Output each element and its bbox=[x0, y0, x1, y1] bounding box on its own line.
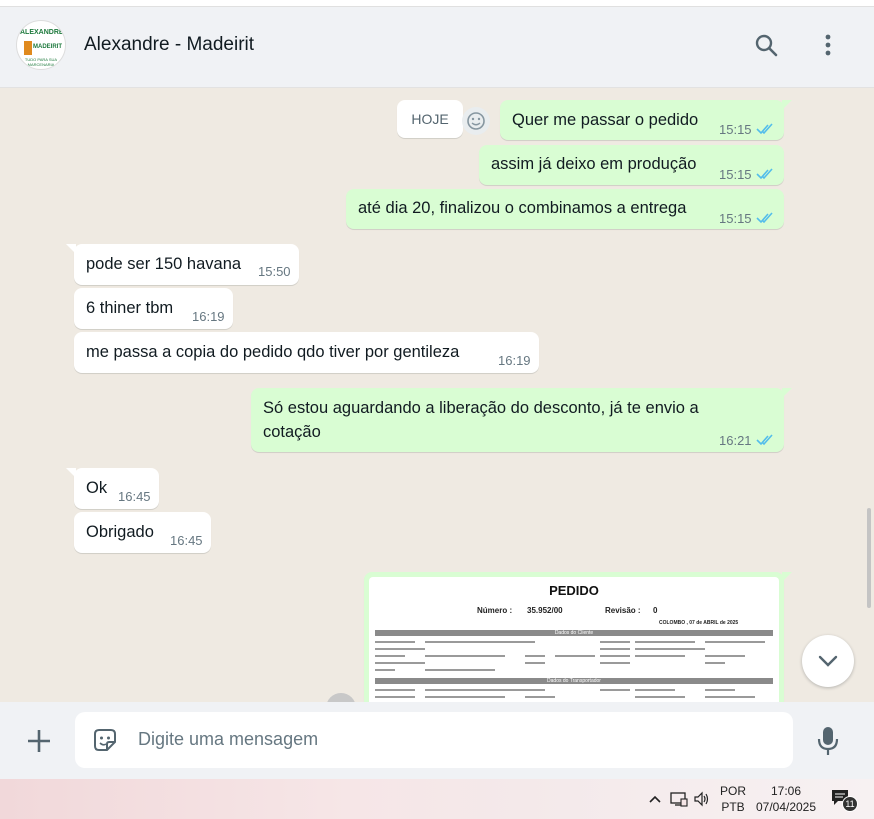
chat-header: ALEXANDRE MADEIRIT TUDO PARA SUA MARCENA… bbox=[0, 7, 874, 88]
tray-overflow-chevron-icon[interactable] bbox=[646, 788, 664, 810]
composer-bar bbox=[0, 702, 874, 780]
date-chip: HOJE bbox=[397, 100, 463, 138]
outgoing-message[interactable]: Só estou aguardando a liberação do desco… bbox=[251, 388, 792, 452]
volume-icon[interactable] bbox=[692, 788, 712, 810]
clock-time: 17:06 bbox=[770, 784, 802, 798]
message-input-container[interactable] bbox=[75, 712, 793, 768]
message-time: 15:15 bbox=[719, 122, 752, 137]
outgoing-message[interactable]: até dia 20, finalizou o combinamos a ent… bbox=[346, 189, 784, 229]
message-time: 15:15 bbox=[719, 211, 752, 226]
plus-icon[interactable] bbox=[22, 724, 56, 758]
incoming-message[interactable]: Ok 16:45 bbox=[66, 468, 159, 509]
read-receipt-icon bbox=[756, 212, 773, 224]
document-band-carrier: Dados do Transportador bbox=[375, 678, 773, 684]
windows-taskbar: POR PTB 17:06 07/04/2025 11 bbox=[0, 779, 874, 819]
incoming-message[interactable]: pode ser 150 havana 15:50 bbox=[66, 244, 299, 285]
message-text: Quer me passar o pedido bbox=[512, 111, 699, 129]
outgoing-message[interactable]: assim já deixo em produção 15:15 bbox=[479, 145, 784, 185]
clock-date: 07/04/2025 bbox=[755, 800, 817, 814]
message-text: 6 thiner tbm bbox=[86, 299, 174, 317]
document-number-label: Número : bbox=[477, 606, 513, 615]
document-number-value: 35.952/00 bbox=[527, 606, 563, 615]
scrollbar-thumb[interactable] bbox=[867, 508, 871, 608]
contact-name[interactable]: Alexandre - Madeirit bbox=[84, 34, 254, 56]
incoming-message[interactable]: me passa a copia do pedido qdo tiver por… bbox=[74, 332, 539, 373]
system-clock[interactable]: 17:06 07/04/2025 bbox=[752, 783, 820, 815]
network-icon[interactable] bbox=[668, 788, 690, 810]
read-receipt-icon bbox=[756, 123, 773, 135]
incoming-message[interactable]: 6 thiner tbm 16:19 bbox=[74, 288, 233, 329]
message-text: até dia 20, finalizou o combinamos a ent… bbox=[358, 199, 687, 217]
message-text-line2: cotação bbox=[263, 423, 321, 441]
scroll-down-button[interactable] bbox=[802, 635, 854, 687]
avatar-brand-mid: MADEIRIT bbox=[33, 44, 62, 50]
document-title: PEDIDO bbox=[549, 583, 599, 598]
message-time: 15:15 bbox=[719, 167, 752, 182]
read-receipt-icon bbox=[756, 434, 773, 446]
message-time: 16:45 bbox=[118, 489, 151, 504]
message-text-line1: Só estou aguardando a liberação do desco… bbox=[263, 399, 699, 417]
message-text: me passa a copia do pedido qdo tiver por… bbox=[86, 343, 460, 361]
search-icon[interactable] bbox=[752, 31, 780, 59]
input-language[interactable]: POR PTB bbox=[716, 783, 750, 815]
notification-count-badge: 11 bbox=[842, 796, 858, 812]
incoming-message[interactable]: Obrigado 16:45 bbox=[74, 512, 211, 553]
message-input[interactable] bbox=[138, 729, 738, 750]
document-revision-label: Revisão : bbox=[605, 606, 641, 615]
message-time: 16:45 bbox=[170, 533, 203, 548]
forward-button[interactable] bbox=[326, 693, 356, 702]
document-preview[interactable]: PEDIDO Número : 35.952/00 Revisão : 0 CO… bbox=[369, 577, 779, 702]
microphone-icon[interactable] bbox=[814, 724, 842, 758]
avatar[interactable]: ALEXANDRE MADEIRIT TUDO PARA SUA MARCENA… bbox=[16, 20, 66, 70]
message-text: Ok bbox=[86, 479, 108, 497]
logo-mark bbox=[24, 41, 32, 55]
document-revision-value: 0 bbox=[653, 606, 658, 615]
message-text: Obrigado bbox=[86, 523, 154, 541]
smiley-icon[interactable] bbox=[462, 107, 490, 135]
avatar-brand-bottom: TUDO PARA SUA MARCENARIA bbox=[24, 57, 58, 67]
message-time: 16:19 bbox=[498, 353, 531, 368]
kebab-menu-icon[interactable] bbox=[814, 31, 842, 59]
sticker-icon[interactable] bbox=[91, 726, 119, 754]
document-band-client: Dados do Cliente bbox=[375, 630, 773, 636]
message-time: 16:19 bbox=[192, 309, 225, 324]
message-text: assim já deixo em produção bbox=[491, 155, 697, 173]
document-city-date: COLOMBO , 07 de ABRIL de 2025 bbox=[659, 620, 739, 626]
lang-line1: POR bbox=[719, 784, 746, 798]
lang-line2: PTB bbox=[721, 800, 745, 814]
read-receipt-icon bbox=[756, 168, 773, 180]
notification-icon[interactable]: 11 bbox=[830, 788, 858, 812]
message-time: 16:21 bbox=[719, 433, 752, 448]
message-text: pode ser 150 havana bbox=[86, 255, 242, 273]
document-message[interactable]: PEDIDO Número : 35.952/00 Revisão : 0 CO… bbox=[364, 572, 792, 702]
message-time: 15:50 bbox=[258, 264, 291, 279]
message-list[interactable]: HOJE Quer me passar o pedido 15:15 assim… bbox=[0, 88, 874, 702]
whatsapp-window: ALEXANDRE MADEIRIT TUDO PARA SUA MARCENA… bbox=[0, 6, 874, 780]
chevron-down-icon bbox=[818, 655, 838, 667]
outgoing-message[interactable]: Quer me passar o pedido 15:15 bbox=[500, 100, 792, 140]
avatar-brand-top: ALEXANDRE bbox=[20, 29, 64, 36]
